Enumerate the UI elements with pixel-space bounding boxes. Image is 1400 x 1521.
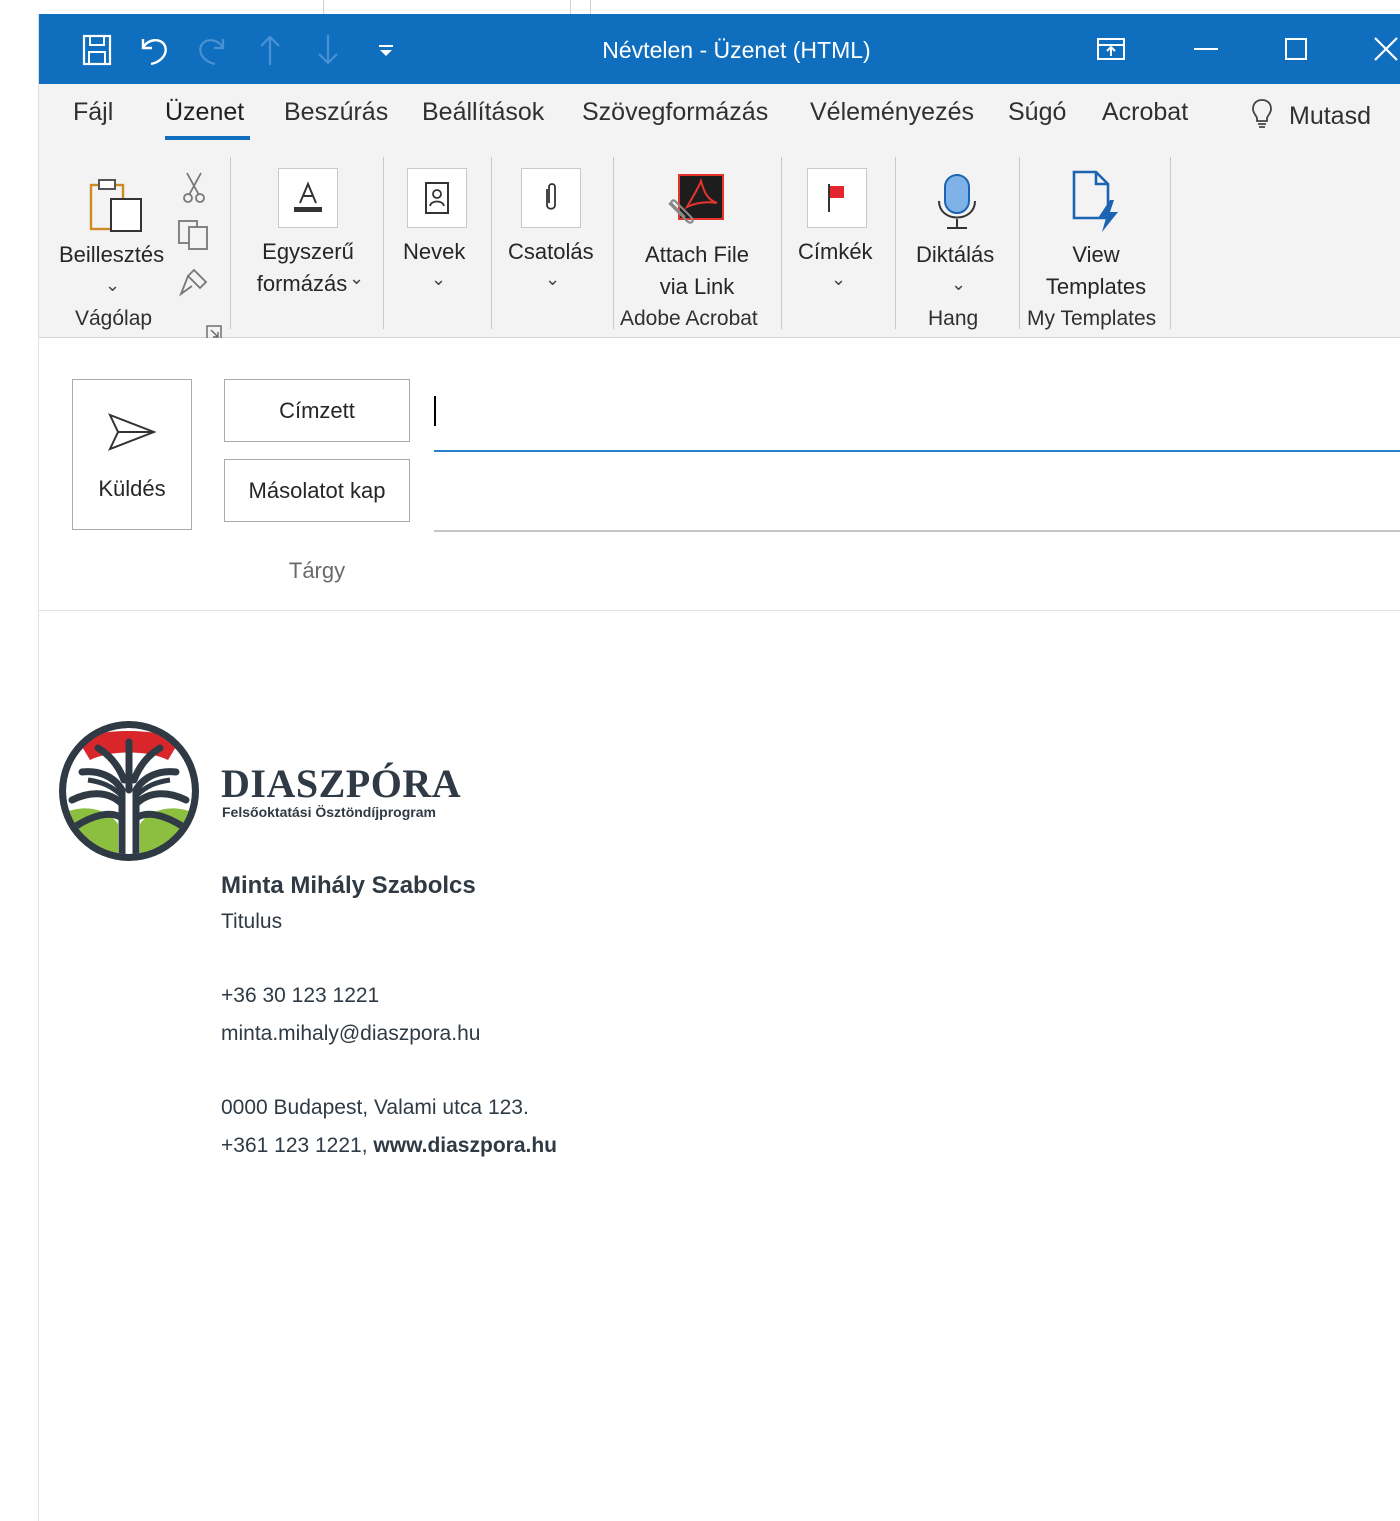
basic-text-label-2: formázás [256,271,348,296]
chevron-down-icon: ⌄ [831,269,847,289]
chevron-down-icon: ⌄ [431,269,447,289]
tab-help[interactable]: Súgó [1008,98,1066,127]
compose-header: Küldés Címzett Másolatot kap Tárgy [39,338,1400,611]
ribbon-display-options-icon[interactable] [1081,14,1141,84]
copy-icon[interactable] [177,219,211,256]
active-tab-indicator [165,136,250,140]
format-painter-icon[interactable] [178,264,212,303]
tell-me-search[interactable]: Mutasd [1251,98,1371,135]
to-field[interactable] [434,378,1400,450]
brand-name: DIASZPÓRA [221,761,462,806]
tab-insert[interactable]: Beszúrás [284,98,388,127]
maximize-icon[interactable] [1266,14,1326,84]
dictate-label: Diktálás [916,242,995,267]
attach-file-label-1: Attach File [645,242,749,267]
minimize-icon[interactable] [1176,14,1236,84]
cc-field[interactable] [434,458,1400,530]
tab-message[interactable]: Üzenet [165,98,244,127]
tab-review[interactable]: Véleményezés [810,98,974,127]
brand-subtitle: Felsőoktatási Ösztöndíjprogram [222,804,436,820]
signature-office-phone: +361 123 1221, [221,1134,374,1157]
title-bar: Névtelen - Üzenet (HTML) [39,14,1400,84]
view-templates-label-2: Templates [1045,274,1147,299]
basic-text-label-1: Egyszerű [262,239,354,264]
send-icon [108,413,157,456]
ribbon: Beillesztés ⌄ Vágólap Egyszerű formázás … [39,149,1400,341]
tab-file[interactable]: Fájl [73,98,113,127]
subject-label: Tárgy [288,558,346,583]
microphone-icon [935,173,979,236]
desktop-strip [0,0,38,1521]
names-label: Nevek [403,239,466,264]
signature-website-link[interactable]: www.diaszpora.hu [373,1134,557,1157]
signature-phone: +36 30 123 1221 [221,984,380,1007]
flag-icon [807,168,867,228]
chevron-down-icon: ⌄ [105,275,121,295]
lightbulb-icon [1251,98,1273,135]
address-book-icon [407,168,467,228]
cc-button[interactable]: Másolatot kap [224,459,410,522]
paste-label: Beillesztés [59,242,165,267]
subject-field[interactable] [434,538,1400,608]
chevron-down-icon: ⌄ [349,268,365,288]
attach-file-label-2: via Link [659,274,735,299]
signature-address: 0000 Budapest, Valami utca 123. [221,1096,529,1119]
send-label: Küldés [98,476,166,501]
my-templates-group-label: My Templates [1027,307,1157,330]
signature-office-line: +361 123 1221, www.diaszpora.hu [221,1134,557,1158]
adobe-acrobat-group-label: Adobe Acrobat [620,307,758,330]
background-window-edge [0,0,1400,14]
tab-format-text[interactable]: Szövegformázás [582,98,768,127]
tell-me-label: Mutasd [1289,102,1371,130]
tab-acrobat[interactable]: Acrobat [1102,98,1188,127]
templates-icon [1070,170,1122,239]
send-button[interactable]: Küldés [72,379,192,530]
chevron-down-icon: ⌄ [951,274,967,294]
chevron-down-icon: ⌄ [545,269,561,289]
cc-field-underline [434,530,1400,532]
view-templates-label-1: View [1072,242,1120,267]
diaszpora-logo [58,720,200,867]
acrobat-attach-icon [665,173,725,234]
to-field-underline [434,450,1400,452]
tab-options[interactable]: Beállítások [422,98,544,127]
message-body[interactable] [39,611,1400,1521]
tags-label: Címkék [798,239,873,264]
close-icon[interactable] [1356,14,1400,84]
cut-icon[interactable] [181,171,207,208]
signature-email: minta.mihaly@diaszpora.hu [221,1022,481,1045]
signature-name: Minta Mihály Szabolcs [221,872,476,899]
voice-group-label: Hang [928,307,979,330]
attach-label: Csatolás [508,239,594,264]
clipboard-group-label: Vágólap [75,307,153,330]
paperclip-icon [521,168,581,228]
paste-icon [89,177,147,238]
font-color-icon [278,168,338,228]
signature-title: Titulus [221,910,283,933]
to-button[interactable]: Címzett [224,379,410,442]
